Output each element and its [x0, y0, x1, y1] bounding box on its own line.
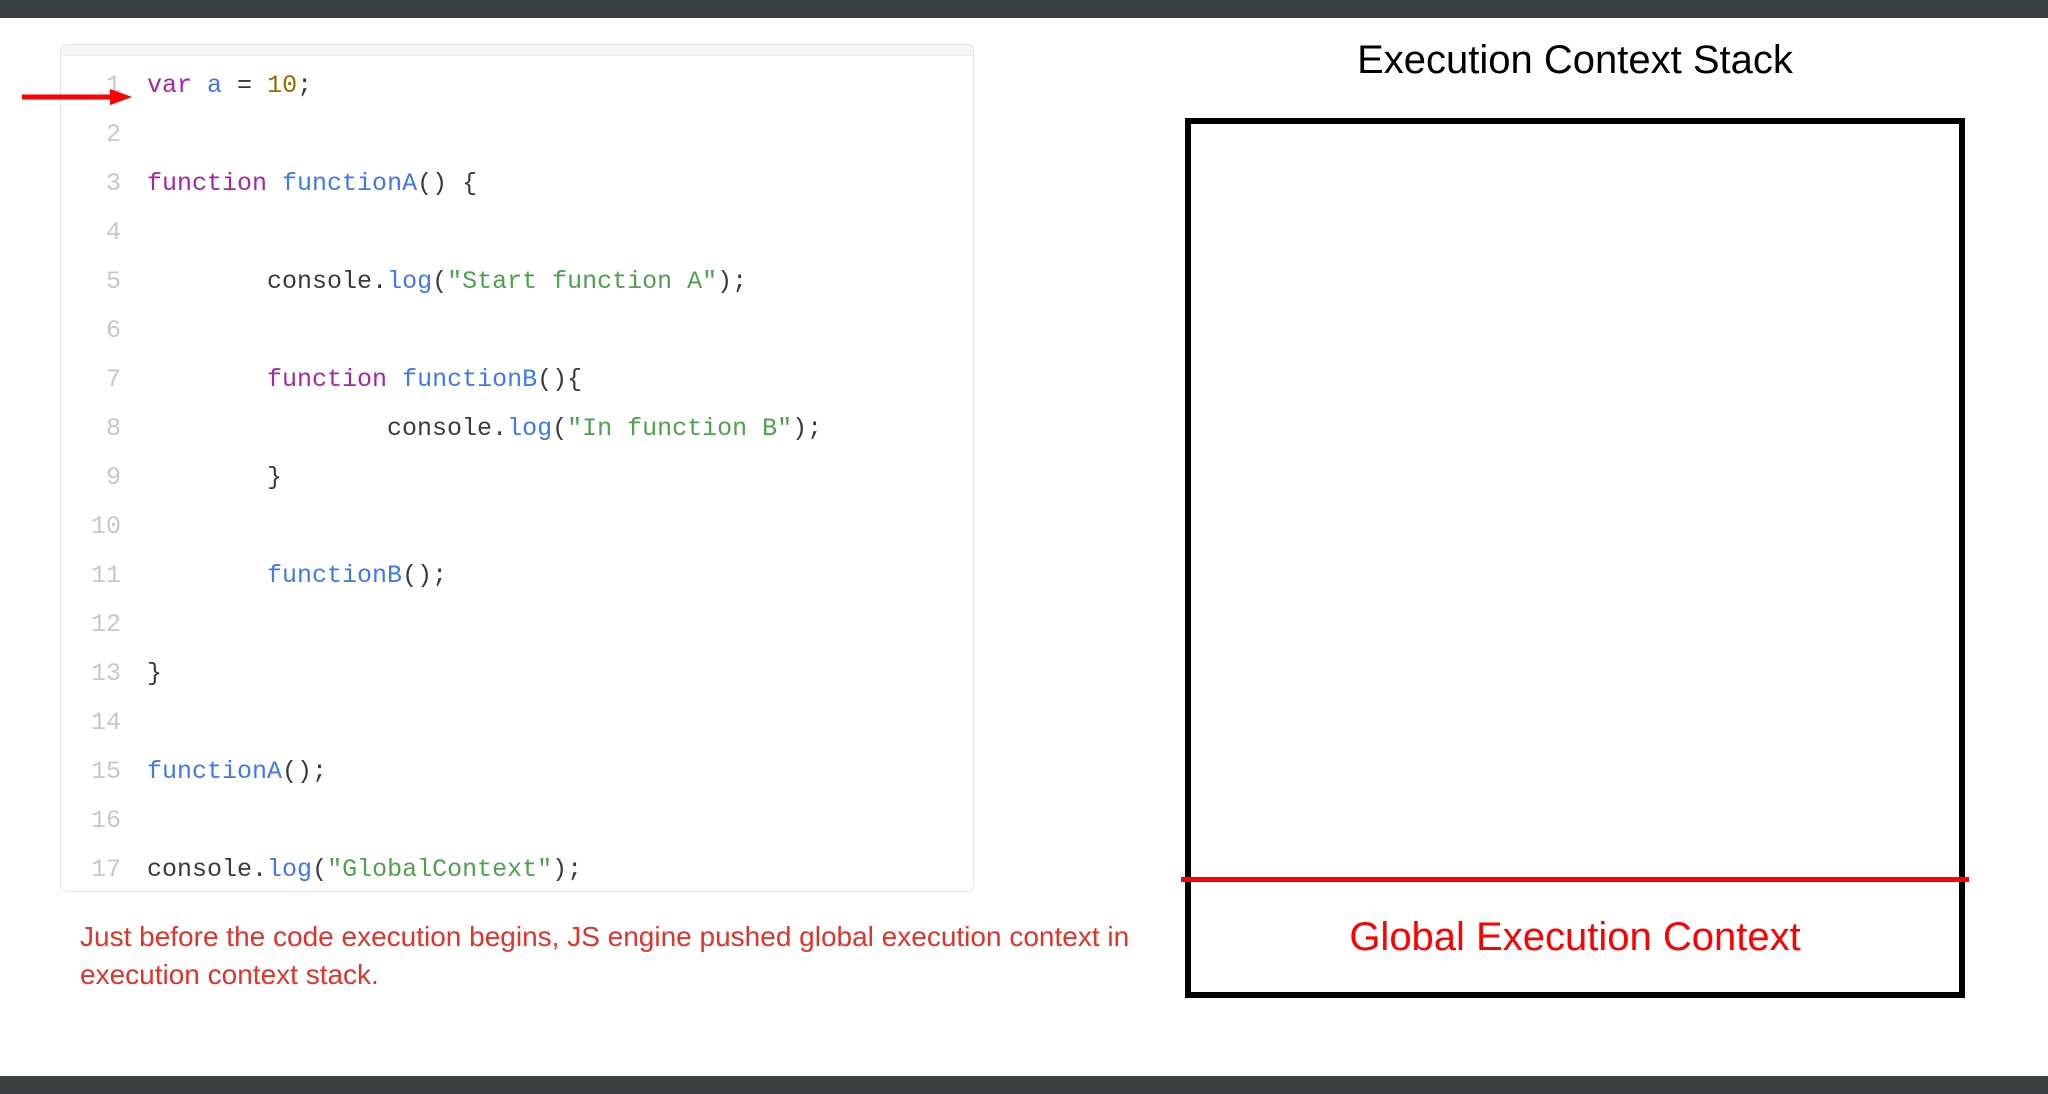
code-line: functionB();	[147, 551, 822, 600]
code-line: console.log("Start function A");	[147, 257, 822, 306]
line-number: 12	[61, 600, 121, 649]
line-number-gutter: 1234567891011121314151617	[61, 56, 131, 892]
code-line: function functionA() {	[147, 159, 822, 208]
code-panel-header	[61, 45, 973, 56]
line-number: 9	[61, 453, 121, 502]
line-number: 7	[61, 355, 121, 404]
line-number: 13	[61, 649, 121, 698]
line-number: 5	[61, 257, 121, 306]
code-line: console.log("GlobalContext");	[147, 845, 822, 892]
line-number: 6	[61, 306, 121, 355]
code-body: 1234567891011121314151617 var a = 10; fu…	[61, 56, 973, 892]
execution-context-stack: Global Execution Context	[1185, 118, 1965, 998]
line-number: 14	[61, 698, 121, 747]
explanation-caption: Just before the code execution begins, J…	[80, 918, 1130, 994]
code-line	[147, 698, 822, 747]
code-line: }	[147, 453, 822, 502]
line-number: 15	[61, 747, 121, 796]
code-line: functionA();	[147, 747, 822, 796]
code-line	[147, 110, 822, 159]
line-number: 2	[61, 110, 121, 159]
line-number: 4	[61, 208, 121, 257]
line-number: 3	[61, 159, 121, 208]
line-number: 10	[61, 502, 121, 551]
line-number: 11	[61, 551, 121, 600]
code-line	[147, 600, 822, 649]
slide-canvas: 1234567891011121314151617 var a = 10; fu…	[0, 18, 2048, 1076]
line-number: 1	[61, 61, 121, 110]
code-line	[147, 502, 822, 551]
code-line	[147, 306, 822, 355]
code-panel: 1234567891011121314151617 var a = 10; fu…	[60, 44, 974, 892]
code-line: }	[147, 649, 822, 698]
code-line: console.log("In function B");	[147, 404, 822, 453]
line-number: 8	[61, 404, 121, 453]
code-content: var a = 10; function functionA() { conso…	[131, 56, 822, 892]
code-line: var a = 10;	[147, 61, 822, 110]
stack-title: Execution Context Stack	[1185, 38, 1965, 83]
code-line	[147, 208, 822, 257]
stack-frame-global: Global Execution Context	[1191, 882, 1959, 992]
code-line: function functionB(){	[147, 355, 822, 404]
line-number: 17	[61, 845, 121, 892]
line-number: 16	[61, 796, 121, 845]
code-line	[147, 796, 822, 845]
